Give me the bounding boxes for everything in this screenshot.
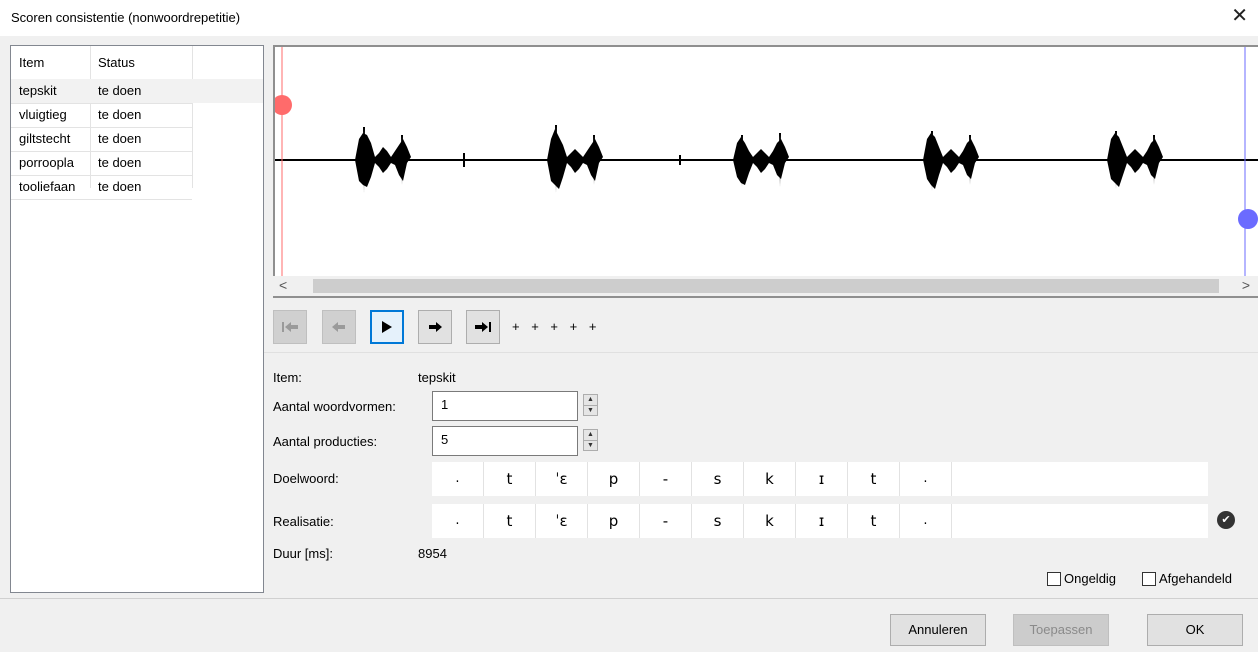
phoneme-cell[interactable]: t [484, 462, 536, 496]
column-header-status[interactable]: Status [98, 55, 135, 70]
afgehandeld-label: Afgehandeld [1159, 571, 1233, 586]
producties-label: Aantal producties: [273, 434, 378, 449]
item-list[interactable]: Item Status tepskit te doen vluigtieg te… [10, 45, 264, 593]
next-button[interactable] [418, 310, 452, 344]
phoneme-cell[interactable]: ɪ [796, 504, 848, 538]
list-item-status: te doen [98, 179, 142, 194]
list-header: Item Status [11, 46, 263, 79]
waveform-view[interactable] [272, 45, 1258, 298]
list-item[interactable]: vluigtieg te doen [11, 103, 263, 127]
phoneme-cell[interactable]: . [432, 504, 484, 538]
apply-button[interactable]: Toepassen [1013, 614, 1109, 646]
ok-button[interactable]: OK [1147, 614, 1243, 646]
phoneme-cell[interactable]: t [848, 504, 900, 538]
spin-down-icon[interactable]: ▼ [584, 440, 597, 450]
list-item-status: te doen [98, 107, 142, 122]
arrow-left-icon [332, 322, 345, 332]
producties-stepper[interactable]: ▲ ▼ [583, 429, 598, 451]
phoneme-cell[interactable]: s [692, 504, 744, 538]
title-bar: Scoren consistentie (nonwoordrepetitie) … [0, 0, 1258, 36]
list-item[interactable]: giltstecht te doen [11, 127, 263, 151]
start-marker[interactable] [272, 95, 292, 115]
phoneme-cell[interactable]: ˈɛ [536, 504, 588, 538]
window-title: Scoren consistentie (nonwoordrepetitie) [11, 10, 241, 25]
list-item-name: porroopla [19, 155, 74, 170]
checkbox-box[interactable] [1047, 571, 1061, 586]
phoneme-cell[interactable]: s [692, 462, 744, 496]
close-icon[interactable]: ✕ [1231, 6, 1248, 26]
phoneme-cell[interactable]: ˈɛ [536, 462, 588, 496]
woordvormen-label: Aantal woordvormen: [273, 399, 396, 414]
phoneme-cell[interactable]: - [640, 462, 692, 496]
list-item-name: tooliefaan [19, 179, 76, 194]
realisatie-label: Realisatie: [273, 514, 334, 529]
spin-up-icon[interactable]: ▲ [584, 395, 597, 405]
woordvormen-stepper[interactable]: ▲ ▼ [583, 394, 598, 416]
item-label: Item: [273, 370, 302, 385]
list-item-status: te doen [98, 155, 142, 170]
skip-to-end-button[interactable] [466, 310, 500, 344]
play-icon [382, 321, 392, 333]
column-header-item[interactable]: Item [19, 55, 44, 70]
previous-button[interactable] [322, 310, 356, 344]
skip-to-start-button[interactable] [273, 310, 307, 344]
doelwoord-transcription[interactable]: . t ˈɛ p - s k ɪ t . [432, 462, 1208, 496]
scroll-left-icon[interactable]: < [279, 277, 287, 293]
producties-field[interactable]: 5 [432, 426, 578, 456]
phoneme-cell[interactable]: k [744, 462, 796, 496]
waveform-scrollbar[interactable]: < > [273, 276, 1258, 296]
phoneme-cell[interactable]: t [484, 504, 536, 538]
duur-value: 8954 [418, 546, 447, 561]
play-button[interactable] [370, 310, 404, 344]
skip-start-icon [282, 322, 298, 332]
list-item-name: tepskit [19, 83, 57, 98]
phoneme-cell[interactable]: . [900, 504, 952, 538]
ongeldig-checkbox[interactable]: Ongeldig [1047, 571, 1116, 586]
phoneme-cell[interactable]: ɪ [796, 462, 848, 496]
checkmark-icon[interactable]: ✔ [1217, 511, 1235, 529]
production-markers: + + + + + [512, 319, 601, 334]
list-item-status: te doen [98, 131, 142, 146]
spin-down-icon[interactable]: ▼ [584, 405, 597, 415]
scroll-thumb[interactable] [313, 279, 1219, 293]
ongeldig-label: Ongeldig [1064, 571, 1117, 586]
checkbox-box[interactable] [1142, 571, 1156, 586]
phoneme-cell[interactable]: . [900, 462, 952, 496]
skip-end-icon [475, 322, 491, 332]
cancel-button[interactable]: Annuleren [890, 614, 986, 646]
footer-divider [0, 598, 1258, 599]
phoneme-cell[interactable]: p [588, 462, 640, 496]
phoneme-cell[interactable]: - [640, 504, 692, 538]
list-item-name: vluigtieg [19, 107, 67, 122]
end-marker[interactable] [1238, 209, 1258, 229]
item-value: tepskit [418, 370, 456, 385]
list-item-name: giltstecht [19, 131, 71, 146]
list-item[interactable]: porroopla te doen [11, 151, 263, 175]
realisatie-transcription[interactable]: . t ˈɛ p - s k ɪ t . [432, 504, 1208, 538]
afgehandeld-checkbox[interactable]: Afgehandeld [1142, 571, 1232, 586]
divider [264, 352, 1258, 353]
list-item[interactable]: tepskit te doen [11, 79, 263, 103]
phoneme-cell[interactable]: k [744, 504, 796, 538]
phoneme-cell[interactable]: . [432, 462, 484, 496]
doelwoord-label: Doelwoord: [273, 471, 339, 486]
waveform [272, 47, 1258, 279]
phoneme-cell[interactable]: p [588, 504, 640, 538]
arrow-right-icon [429, 322, 442, 332]
duur-label: Duur [ms]: [273, 546, 333, 561]
phoneme-cell[interactable]: t [848, 462, 900, 496]
list-item[interactable]: tooliefaan te doen [11, 175, 263, 199]
spin-up-icon[interactable]: ▲ [584, 430, 597, 440]
scroll-right-icon[interactable]: > [1242, 277, 1250, 293]
woordvormen-field[interactable]: 1 [432, 391, 578, 421]
list-item-status: te doen [98, 83, 142, 98]
